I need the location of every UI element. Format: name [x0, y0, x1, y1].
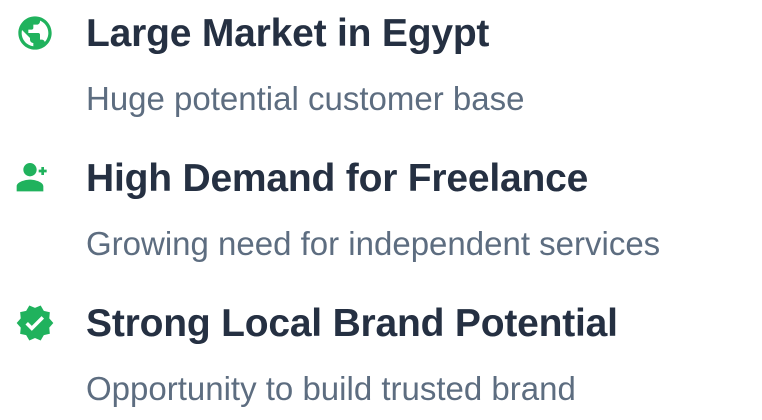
feature-description: Opportunity to build trusted brand [86, 370, 576, 407]
feature-item-high-demand: High Demand for Freelance Growing need f… [0, 145, 762, 275]
globe-icon [15, 13, 55, 53]
feature-description: Growing need for independent services [86, 225, 661, 262]
add-person-icon [15, 158, 55, 198]
feature-item-brand-potential: Strong Local Brand Potential Opportunity… [0, 290, 762, 420]
feature-title: Large Market in Egypt [86, 12, 490, 55]
feature-title: High Demand for Freelance [86, 157, 589, 200]
feature-list: Large Market in Egypt Huge potential cus… [0, 0, 762, 413]
verified-badge-icon [15, 303, 55, 343]
feature-item-large-market: Large Market in Egypt Huge potential cus… [0, 0, 762, 130]
feature-description: Huge potential customer base [86, 80, 525, 117]
feature-title: Strong Local Brand Potential [86, 302, 618, 345]
